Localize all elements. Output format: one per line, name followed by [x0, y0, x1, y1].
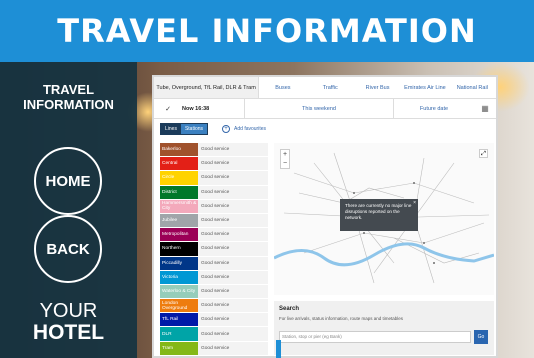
add-favourites-link[interactable]: + Add favourites [222, 125, 266, 133]
line-status-row[interactable]: District Good service [160, 185, 268, 200]
line-status: Good service [198, 313, 268, 327]
line-status: Good service [198, 213, 268, 228]
line-name: Hammersmith & City [160, 199, 198, 213]
line-status: Good service [198, 270, 268, 284]
page-header: TRAVEL INFORMATION [0, 0, 534, 62]
line-status-row[interactable]: Hammersmith & City Good service [160, 199, 268, 214]
line-name: Bakerloo [160, 143, 198, 157]
line-status-list: Bakerloo Good service Central Good service C… [160, 143, 268, 356]
tab-buses[interactable]: Buses [259, 77, 306, 98]
line-status-row[interactable]: Bakerloo Good service [160, 143, 268, 158]
future-date-option[interactable]: Future date [394, 106, 474, 112]
lines-toggle[interactable]: Lines [161, 124, 181, 134]
line-name: Piccadilly [160, 256, 198, 270]
weekend-label: This weekend [302, 105, 336, 112]
search-subtitle: For live arrivals, status information, r… [279, 316, 404, 321]
line-status-row[interactable]: Circle Good service [160, 171, 268, 186]
view-toggle: Lines Stations [160, 123, 209, 135]
line-status-row[interactable]: Piccadilly Good service [160, 256, 268, 271]
tab-air-line[interactable]: Emirates Air Line [401, 77, 448, 98]
now-option[interactable]: Now 16:38 [182, 106, 244, 112]
line-name: Circle [160, 171, 198, 185]
line-name: Victoria [160, 270, 198, 284]
line-status: Good service [198, 299, 268, 313]
calendar-icon[interactable]: ▦ [474, 104, 496, 113]
home-button[interactable]: HOME [34, 147, 102, 215]
line-status: Good service [198, 157, 268, 171]
touch-cursor [276, 340, 281, 358]
search-panel: Search For live arrivals, status informa… [274, 301, 494, 355]
home-button-label: HOME [45, 172, 91, 190]
line-status-row[interactable]: Tram Good service [160, 341, 268, 356]
tab-river-bus[interactable]: River Bus [354, 77, 401, 98]
sidebar: TRAVEL INFORMATION HOME BACK YOUR HOTEL [0, 62, 137, 358]
line-status: Good service [198, 171, 268, 185]
popup-text: There are currently no major line disrup… [345, 203, 412, 220]
line-name: Tram [160, 341, 198, 355]
sidebar-title-line: INFORMATION [23, 97, 114, 112]
list-toolbar: Lines Stations + Add favourites [154, 119, 496, 139]
zoom-in-button[interactable]: + [281, 150, 289, 159]
expand-icon[interactable]: ⤢ [479, 149, 488, 158]
line-status: Good service [198, 199, 268, 213]
line-status-row[interactable]: DLR Good service [160, 327, 268, 342]
add-favourites-label: Add favourites [234, 126, 266, 132]
zoom-out-button[interactable]: − [281, 159, 289, 168]
line-name: District [160, 185, 198, 199]
line-name: DLR [160, 327, 198, 341]
sidebar-title: TRAVEL INFORMATION [0, 82, 137, 112]
line-name: Jubilee [160, 213, 198, 228]
line-status: Good service [198, 143, 268, 157]
page-title: TRAVEL INFORMATION [57, 12, 477, 50]
tab-traffic[interactable]: Traffic [307, 77, 354, 98]
line-status: Good service [198, 256, 268, 270]
search-title: Search [279, 306, 300, 312]
line-status: Good service [198, 185, 268, 199]
stations-toggle[interactable]: Stations [180, 124, 208, 134]
line-name: Central [160, 157, 198, 171]
line-status-row[interactable]: London Overground Good service [160, 299, 268, 314]
line-status-row[interactable]: Victoria Good service [160, 270, 268, 285]
line-name: TfL Rail [160, 313, 198, 327]
back-button[interactable]: BACK [34, 215, 102, 283]
line-status-row[interactable]: TfL Rail Good service [160, 313, 268, 328]
sidebar-title-line: TRAVEL [42, 82, 95, 97]
line-status: Good service [198, 284, 268, 299]
zoom-control: + − [280, 149, 290, 169]
close-icon[interactable]: × [413, 200, 416, 206]
go-button[interactable]: Go [474, 330, 488, 344]
tab-national-rail[interactable]: National Rail [449, 77, 496, 98]
line-name: London Overground [160, 299, 198, 313]
tab-tube[interactable]: Tube, Overground, TfL Rail, DLR & Tram [154, 77, 260, 98]
line-status-row[interactable]: Jubilee Good service [160, 213, 268, 229]
network-map[interactable]: + − ⤢ × There are currently no major lin… [274, 143, 494, 295]
line-status-row[interactable]: Metropolitan Good service [160, 228, 268, 243]
weekend-option[interactable]: This weekend [244, 99, 394, 118]
line-status-row[interactable]: Waterloo & City Good service [160, 284, 268, 300]
mode-tabs: Tube, Overground, TfL Rail, DLR & Tram B… [154, 77, 496, 99]
travel-panel: Tube, Overground, TfL Rail, DLR & Tram B… [152, 75, 498, 358]
line-name: Waterloo & City [160, 284, 198, 299]
hotel-logo-line: HOTEL [32, 321, 105, 344]
date-selector: ✓ Now 16:38 This weekend Future date ▦ [154, 99, 496, 119]
line-status: Good service [198, 228, 268, 242]
disruption-popup: × There are currently no major line disr… [340, 199, 418, 231]
search-input[interactable]: Station, stop or pier (eg Bank) [279, 331, 471, 343]
hotel-logo: YOUR HOTEL [0, 300, 137, 344]
line-name: Northern [160, 242, 198, 256]
line-name: Metropolitan [160, 228, 198, 242]
hotel-logo-line: YOUR [39, 300, 98, 322]
plus-icon: + [222, 125, 231, 133]
line-status-row[interactable]: Central Good service [160, 157, 268, 172]
checkmark-icon: ✓ [165, 105, 171, 113]
line-status: Good service [198, 242, 268, 256]
back-button-label: BACK [46, 240, 90, 258]
line-status: Good service [198, 327, 268, 341]
line-status-row[interactable]: Northern Good service [160, 242, 268, 257]
line-status: Good service [198, 341, 268, 355]
